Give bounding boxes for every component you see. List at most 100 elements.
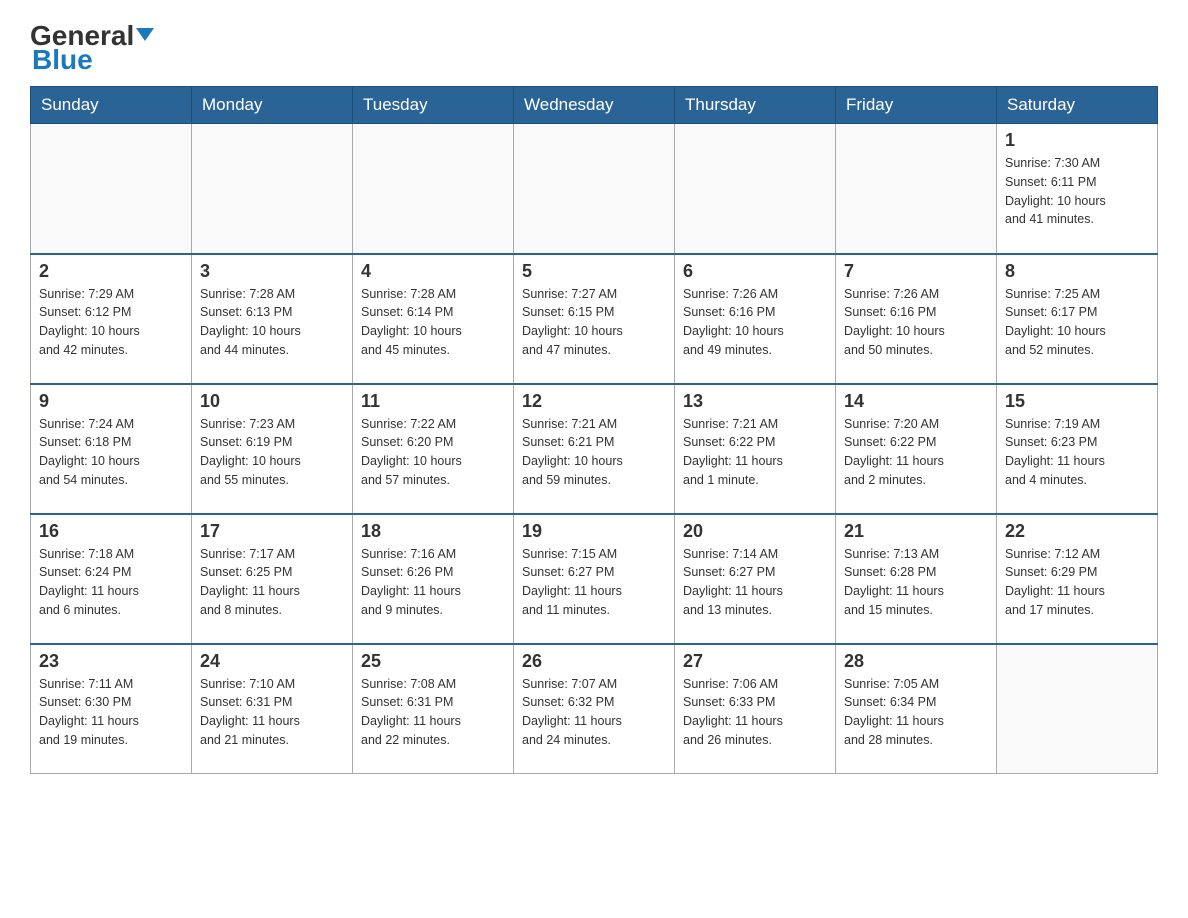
calendar-cell xyxy=(192,124,353,254)
calendar-cell xyxy=(514,124,675,254)
calendar-table: SundayMondayTuesdayWednesdayThursdayFrid… xyxy=(30,86,1158,774)
calendar-cell xyxy=(31,124,192,254)
weekday-header-monday: Monday xyxy=(192,87,353,124)
calendar-cell: 20 Sunrise: 7:14 AMSunset: 6:27 PMDayligh… xyxy=(675,514,836,644)
calendar-cell: 10 Sunrise: 7:23 AMSunset: 6:19 PMDayligh… xyxy=(192,384,353,514)
calendar-cell: 11 Sunrise: 7:22 AMSunset: 6:20 PMDayligh… xyxy=(353,384,514,514)
calendar-cell: 12Sunrise: 7:21 AMSunset: 6:21 PMDayligh… xyxy=(514,384,675,514)
weekday-header-tuesday: Tuesday xyxy=(353,87,514,124)
day-number: 5 xyxy=(522,261,666,282)
day-info: Sunrise: 7:27 AMSunset: 6:15 PMDaylight:… xyxy=(522,285,666,360)
day-number: 4 xyxy=(361,261,505,282)
day-number: 13 xyxy=(683,391,827,412)
day-info: Sunrise: 7:08 AMSunset: 6:31 PMDaylight:… xyxy=(361,675,505,750)
calendar-cell: 26 Sunrise: 7:07 AMSunset: 6:32 PMDayligh… xyxy=(514,644,675,774)
calendar-cell: 4 Sunrise: 7:28 AMSunset: 6:14 PMDaylight… xyxy=(353,254,514,384)
day-number: 1 xyxy=(1005,130,1149,151)
calendar-cell xyxy=(997,644,1158,774)
day-info: Sunrise: 7:18 AMSunset: 6:24 PMDaylight:… xyxy=(39,545,183,620)
day-number: 7 xyxy=(844,261,988,282)
day-number: 20 xyxy=(683,521,827,542)
calendar-cell: 18 Sunrise: 7:16 AMSunset: 6:26 PMDayligh… xyxy=(353,514,514,644)
day-info: Sunrise: 7:23 AMSunset: 6:19 PMDaylight:… xyxy=(200,415,344,490)
day-info: Sunrise: 7:11 AMSunset: 6:30 PMDaylight:… xyxy=(39,675,183,750)
calendar-cell: 2 Sunrise: 7:29 AMSunset: 6:12 PMDaylight… xyxy=(31,254,192,384)
day-info: Sunrise: 7:26 AMSunset: 6:16 PMDaylight:… xyxy=(683,285,827,360)
day-number: 16 xyxy=(39,521,183,542)
day-number: 26 xyxy=(522,651,666,672)
logo-blue-text: Blue xyxy=(30,44,93,76)
day-info: Sunrise: 7:13 AMSunset: 6:28 PMDaylight:… xyxy=(844,545,988,620)
calendar-cell: 3 Sunrise: 7:28 AMSunset: 6:13 PMDaylight… xyxy=(192,254,353,384)
calendar-cell: 22 Sunrise: 7:12 AMSunset: 6:29 PMDayligh… xyxy=(997,514,1158,644)
day-info: Sunrise: 7:07 AMSunset: 6:32 PMDaylight:… xyxy=(522,675,666,750)
weekday-header-row: SundayMondayTuesdayWednesdayThursdayFrid… xyxy=(31,87,1158,124)
day-info: Sunrise: 7:25 AMSunset: 6:17 PMDaylight:… xyxy=(1005,285,1149,360)
logo: General Blue xyxy=(30,20,154,76)
day-number: 25 xyxy=(361,651,505,672)
day-info: Sunrise: 7:16 AMSunset: 6:26 PMDaylight:… xyxy=(361,545,505,620)
weekday-header-sunday: Sunday xyxy=(31,87,192,124)
day-info: Sunrise: 7:19 AMSunset: 6:23 PMDaylight:… xyxy=(1005,415,1149,490)
weekday-header-thursday: Thursday xyxy=(675,87,836,124)
day-info: Sunrise: 7:30 AMSunset: 6:11 PMDaylight:… xyxy=(1005,154,1149,229)
day-number: 24 xyxy=(200,651,344,672)
day-info: Sunrise: 7:28 AMSunset: 6:13 PMDaylight:… xyxy=(200,285,344,360)
day-number: 14 xyxy=(844,391,988,412)
day-info: Sunrise: 7:29 AMSunset: 6:12 PMDaylight:… xyxy=(39,285,183,360)
day-info: Sunrise: 7:26 AMSunset: 6:16 PMDaylight:… xyxy=(844,285,988,360)
day-info: Sunrise: 7:28 AMSunset: 6:14 PMDaylight:… xyxy=(361,285,505,360)
day-info: Sunrise: 7:12 AMSunset: 6:29 PMDaylight:… xyxy=(1005,545,1149,620)
weekday-header-friday: Friday xyxy=(836,87,997,124)
day-info: Sunrise: 7:22 AMSunset: 6:20 PMDaylight:… xyxy=(361,415,505,490)
day-number: 27 xyxy=(683,651,827,672)
logo-triangle-icon xyxy=(136,28,154,41)
day-number: 12 xyxy=(522,391,666,412)
day-number: 11 xyxy=(361,391,505,412)
calendar-cell: 21 Sunrise: 7:13 AMSunset: 6:28 PMDayligh… xyxy=(836,514,997,644)
calendar-cell: 14 Sunrise: 7:20 AMSunset: 6:22 PMDayligh… xyxy=(836,384,997,514)
day-info: Sunrise: 7:14 AMSunset: 6:27 PMDaylight:… xyxy=(683,545,827,620)
calendar-cell xyxy=(836,124,997,254)
calendar-cell: 8 Sunrise: 7:25 AMSunset: 6:17 PMDaylight… xyxy=(997,254,1158,384)
calendar-cell: 6 Sunrise: 7:26 AMSunset: 6:16 PMDaylight… xyxy=(675,254,836,384)
day-info: Sunrise: 7:15 AMSunset: 6:27 PMDaylight:… xyxy=(522,545,666,620)
day-number: 21 xyxy=(844,521,988,542)
day-info: Sunrise: 7:17 AMSunset: 6:25 PMDaylight:… xyxy=(200,545,344,620)
day-info: Sunrise: 7:10 AMSunset: 6:31 PMDaylight:… xyxy=(200,675,344,750)
calendar-cell: 5 Sunrise: 7:27 AMSunset: 6:15 PMDaylight… xyxy=(514,254,675,384)
day-number: 17 xyxy=(200,521,344,542)
calendar-week-row-5: 23 Sunrise: 7:11 AMSunset: 6:30 PMDayligh… xyxy=(31,644,1158,774)
calendar-cell: 1 Sunrise: 7:30 AMSunset: 6:11 PMDaylight… xyxy=(997,124,1158,254)
day-number: 18 xyxy=(361,521,505,542)
weekday-header-saturday: Saturday xyxy=(997,87,1158,124)
day-number: 15 xyxy=(1005,391,1149,412)
day-number: 9 xyxy=(39,391,183,412)
calendar-week-row-2: 2 Sunrise: 7:29 AMSunset: 6:12 PMDaylight… xyxy=(31,254,1158,384)
day-info: Sunrise: 7:21 AMSunset: 6:22 PMDaylight:… xyxy=(683,415,827,490)
day-number: 3 xyxy=(200,261,344,282)
day-number: 22 xyxy=(1005,521,1149,542)
day-number: 10 xyxy=(200,391,344,412)
day-number: 28 xyxy=(844,651,988,672)
calendar-cell: 28 Sunrise: 7:05 AMSunset: 6:34 PMDayligh… xyxy=(836,644,997,774)
day-info: Sunrise: 7:05 AMSunset: 6:34 PMDaylight:… xyxy=(844,675,988,750)
calendar-cell: 25 Sunrise: 7:08 AMSunset: 6:31 PMDayligh… xyxy=(353,644,514,774)
calendar-cell: 17 Sunrise: 7:17 AMSunset: 6:25 PMDayligh… xyxy=(192,514,353,644)
calendar-cell: 16 Sunrise: 7:18 AMSunset: 6:24 PMDayligh… xyxy=(31,514,192,644)
calendar-week-row-1: 1 Sunrise: 7:30 AMSunset: 6:11 PMDaylight… xyxy=(31,124,1158,254)
weekday-header-wednesday: Wednesday xyxy=(514,87,675,124)
calendar-cell xyxy=(675,124,836,254)
day-info: Sunrise: 7:20 AMSunset: 6:22 PMDaylight:… xyxy=(844,415,988,490)
calendar-cell xyxy=(353,124,514,254)
day-info: Sunrise: 7:24 AMSunset: 6:18 PMDaylight:… xyxy=(39,415,183,490)
day-info: Sunrise: 7:06 AMSunset: 6:33 PMDaylight:… xyxy=(683,675,827,750)
page-header: General Blue xyxy=(30,20,1158,76)
calendar-cell: 19 Sunrise: 7:15 AMSunset: 6:27 PMDayligh… xyxy=(514,514,675,644)
day-number: 2 xyxy=(39,261,183,282)
day-number: 23 xyxy=(39,651,183,672)
day-number: 6 xyxy=(683,261,827,282)
day-number: 8 xyxy=(1005,261,1149,282)
calendar-cell: 15 Sunrise: 7:19 AMSunset: 6:23 PMDayligh… xyxy=(997,384,1158,514)
day-number: 19 xyxy=(522,521,666,542)
